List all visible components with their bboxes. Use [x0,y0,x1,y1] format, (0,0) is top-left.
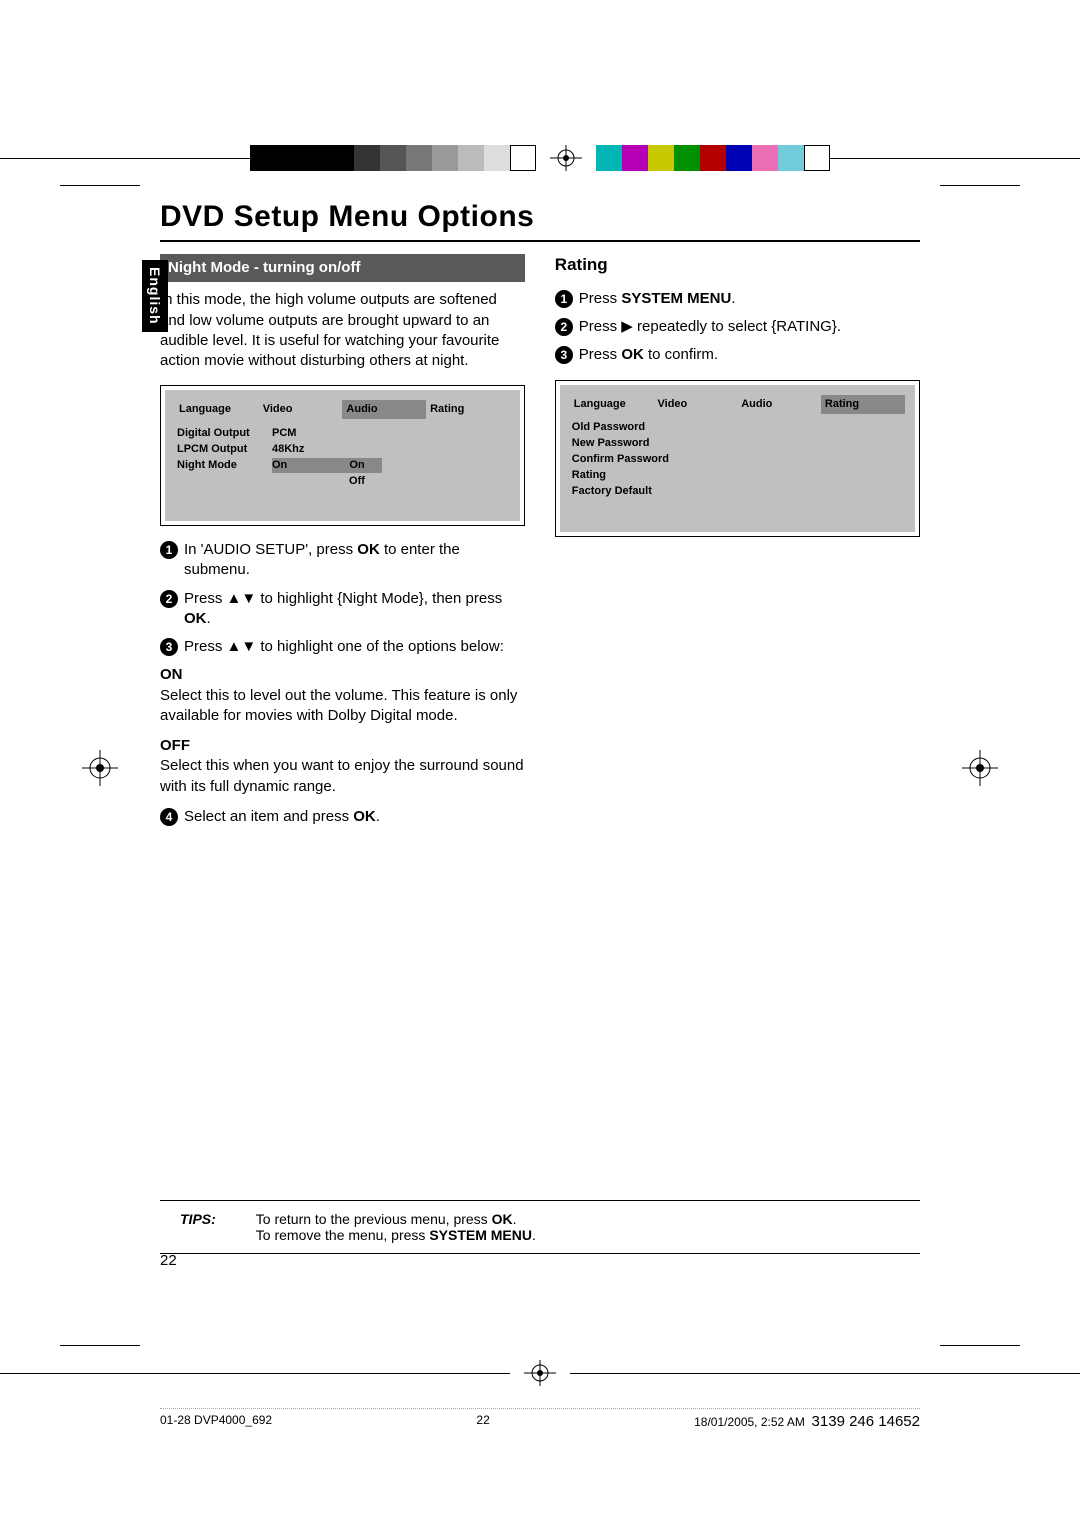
registration-mark-left-icon [80,748,120,788]
greyscale-patches [250,145,536,171]
osd-screenshot-audio: Language Video Audio Rating Digital Outp… [160,385,525,526]
osd-tab-audio: Audio [342,400,426,419]
step-4: 4Select an item and press OK. [160,807,525,827]
footer-center: 22 [476,1413,489,1430]
step-3: 3Press ▲▼ to highlight one of the option… [160,637,525,657]
tips-label: TIPS: [180,1211,216,1243]
language-tab: English [142,260,168,332]
footer-left: 01-28 DVP4000_692 [160,1413,272,1430]
page-number: 22 [160,1252,177,1269]
osd-tab-video2: Video [654,395,738,414]
step-1: 1In 'AUDIO SETUP', press OK to enter the… [160,540,525,581]
registration-bar-bottom [0,1360,1080,1386]
right-column: Rating 1Press SYSTEM MENU. 2Press ▶ repe… [555,248,920,835]
off-label: OFF [160,736,525,756]
osd-screenshot-rating: Language Video Audio Rating Old Password… [555,380,920,537]
osd-tab-rating: Rating [426,400,510,419]
off-text: Select this when you want to enjoy the s… [160,756,525,797]
footer-line: 01-28 DVP4000_692 22 18/01/2005, 2:52 AM… [160,1408,920,1430]
night-mode-intro: In this mode, the high volume outputs ar… [160,290,525,371]
color-patches [596,145,830,171]
rating-heading: Rating [555,254,920,277]
registration-mark-right-icon [960,748,1000,788]
registration-mark-bottom-icon [510,1360,570,1386]
osd-tab-rating2: Rating [821,395,905,414]
rating-step-2: 2Press ▶ repeatedly to select {RATING}. [555,317,920,337]
footer-right: 18/01/2005, 2:52 AM 3139 246 14652 [694,1413,920,1430]
osd-tab-language: Language [175,400,259,419]
step-2: 2Press ▲▼ to highlight {Night Mode}, the… [160,589,525,630]
tips-box: TIPS: To return to the previous menu, pr… [160,1200,920,1254]
rating-step-3: 3Press OK to confirm. [555,345,920,365]
osd-tab-video: Video [259,400,343,419]
registration-mark-icon [536,145,596,171]
registration-bar-top [0,145,1080,171]
left-column: Night Mode - turning on/off In this mode… [160,248,525,835]
rating-step-1: 1Press SYSTEM MENU. [555,289,920,309]
night-mode-heading: Night Mode - turning on/off [160,254,525,282]
on-text: Select this to level out the volume. Thi… [160,686,525,727]
page-title: DVD Setup Menu Options [160,200,920,242]
osd-tab-language2: Language [570,395,654,414]
osd-tab-audio2: Audio [737,395,821,414]
on-label: ON [160,665,525,685]
